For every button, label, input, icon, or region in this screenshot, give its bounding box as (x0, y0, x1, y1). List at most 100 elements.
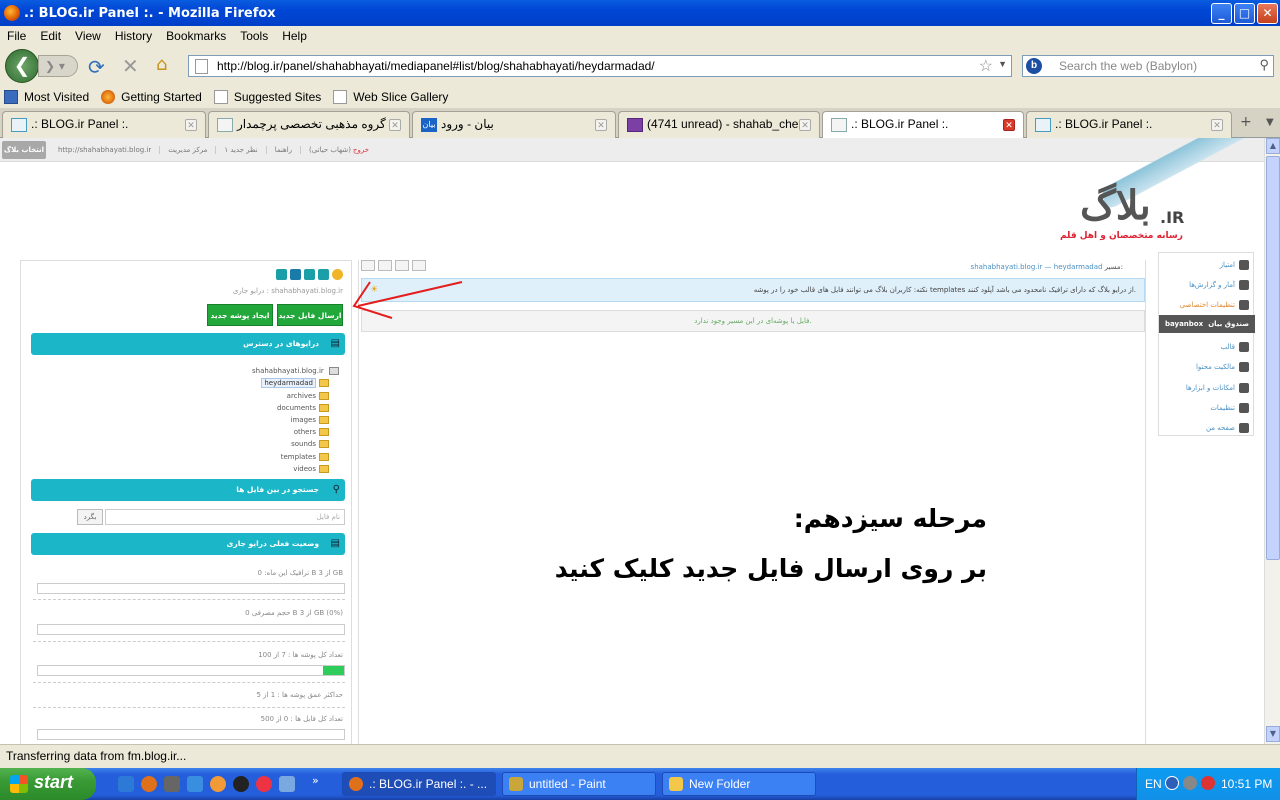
chevron-down-icon[interactable]: ▼ (998, 59, 1007, 69)
tab-bayan-login[interactable]: بیان بیان - ورود ✕ (412, 111, 616, 138)
chrome-icon[interactable] (256, 776, 272, 792)
close-window-button[interactable]: ✕ (1257, 3, 1278, 24)
bookmark-suggested-sites[interactable]: Suggested Sites (213, 90, 321, 104)
refresh-icon[interactable] (332, 269, 343, 280)
app-icon[interactable] (279, 776, 295, 792)
bookmark-getting-started[interactable]: Getting Started (101, 90, 202, 104)
help-link[interactable]: راهنما (267, 146, 302, 154)
window-title-bar[interactable]: .: BLOG.ir Panel :. - Mozilla Firefox _ … (0, 0, 1280, 26)
vertical-scrollbar[interactable]: ▲ ▼ (1264, 138, 1280, 744)
list-view-icon[interactable] (395, 260, 409, 271)
tab-close-icon[interactable]: ✕ (595, 119, 607, 131)
menu-file[interactable]: File (0, 29, 33, 43)
menu-score[interactable]: امتیاز (1159, 260, 1249, 270)
new-tab-icon[interactable]: + (1240, 114, 1252, 130)
tab-close-icon[interactable]: ✕ (1211, 119, 1223, 131)
file-search-input[interactable]: نام فایل (105, 509, 345, 525)
list-tabs-icon[interactable]: ▼ (1266, 117, 1274, 128)
tree-folder-archives[interactable]: archives (229, 392, 329, 400)
app-icon[interactable] (210, 776, 226, 792)
image-icon[interactable] (276, 269, 287, 280)
tree-root[interactable]: shahabhayati.blog.ir (229, 367, 339, 375)
detail-view-icon[interactable] (412, 260, 426, 271)
media-player-icon[interactable] (233, 776, 249, 792)
language-indicator[interactable]: EN (1145, 777, 1162, 791)
menu-tools[interactable]: Tools (233, 29, 275, 43)
maximize-button[interactable]: □ (1234, 3, 1255, 24)
reload-icon[interactable]: ⟳ (88, 55, 105, 79)
new-folder-button[interactable]: ایجاد پوشه جدید (207, 304, 273, 326)
forward-button[interactable]: ❯ ▾ (38, 55, 78, 77)
taskbar-firefox[interactable]: .: BLOG.ir Panel :. - ... (342, 772, 496, 796)
tab-blog-panel-2[interactable]: .: BLOG.ir Panel :. ✕ (1026, 111, 1232, 138)
menu-stats[interactable]: آمار و گزارش‌ها (1159, 280, 1249, 290)
tree-folder-documents[interactable]: documents (229, 404, 329, 412)
tree-folder-videos[interactable]: videos (229, 465, 329, 473)
tree-folder-sounds[interactable]: sounds (229, 440, 329, 448)
bookmark-most-visited[interactable]: Most Visited (4, 90, 89, 104)
taskbar-paint[interactable]: untitled - Paint (502, 772, 656, 796)
logout-link[interactable]: خروج (353, 146, 377, 154)
grid-view-icon[interactable] (361, 260, 375, 271)
taskbar-new-folder[interactable]: New Folder (662, 772, 816, 796)
menu-bayanbox[interactable]: bayanbox صندوق بیان (1159, 315, 1255, 333)
menu-tools[interactable]: امکانات و ابزارها (1159, 383, 1249, 393)
menu-content-ownership[interactable]: مالکیت محتوا (1159, 362, 1249, 372)
scroll-thumb[interactable] (1266, 156, 1280, 560)
start-button[interactable]: start (0, 768, 96, 800)
menu-theme[interactable]: قالب (1159, 342, 1249, 352)
back-button[interactable]: ❮ (5, 49, 39, 83)
disk-icon[interactable] (290, 269, 301, 280)
menu-help[interactable]: Help (275, 29, 314, 43)
menu-special-settings[interactable]: تنظیمات اختصاصی (1159, 300, 1249, 310)
network-icon[interactable] (1183, 776, 1197, 790)
gear-icon[interactable] (304, 269, 315, 280)
bookmark-star-icon[interactable]: ☆ (979, 56, 993, 76)
search-icon[interactable]: ⚲ (1259, 57, 1269, 73)
breadcrumb[interactable]: shahabhayati.blog.ir — heydarmadad مسیر: (971, 263, 1123, 271)
tree-folder-others[interactable]: others (229, 428, 329, 436)
scroll-down-icon[interactable]: ▼ (1266, 726, 1280, 742)
tab-close-icon[interactable]: ✕ (389, 119, 401, 131)
tab-mail[interactable]: (4741 unread) - shahab_cher... ✕ (618, 111, 820, 138)
tree-folder-templates[interactable]: templates (229, 453, 329, 461)
chevron-right-icon[interactable]: » (312, 774, 319, 787)
blog-ir-logo[interactable]: بلاگ .IR رسانه متخصصان و اهل قلم (1040, 138, 1264, 248)
file-search-button[interactable]: بگرد (77, 509, 103, 525)
scroll-up-icon[interactable]: ▲ (1266, 138, 1280, 154)
tab-close-icon[interactable]: ✕ (1003, 119, 1015, 131)
menu-settings[interactable]: تنظیمات (1159, 403, 1249, 413)
upload-file-button[interactable]: ارسال فایل جدید (277, 304, 343, 326)
admin-center-link[interactable]: مرکز مدیریت (160, 146, 217, 154)
url-bar[interactable]: http://blog.ir/panel/shahabhayati/mediap… (188, 55, 1012, 77)
menu-edit[interactable]: Edit (33, 29, 68, 43)
home-icon[interactable] (318, 269, 329, 280)
blog-url-link[interactable]: http://shahabhayati.blog.ir (50, 146, 161, 154)
stop-icon[interactable]: ✕ (122, 54, 139, 78)
minimize-button[interactable]: _ (1211, 3, 1232, 24)
select-blog-button[interactable]: انتخاب بلاگ (2, 141, 46, 159)
tab-parchamdar[interactable]: گروه مذهبی تخصصی پرچمدار ✕ (208, 111, 410, 138)
tree-folder-images[interactable]: images (229, 416, 329, 424)
chevron-left-icon[interactable] (1165, 776, 1179, 790)
tab-blog-panel-1[interactable]: .: BLOG.ir Panel :. ✕ (2, 111, 206, 138)
ie-icon[interactable] (118, 776, 134, 792)
app-icon[interactable] (164, 776, 180, 792)
menu-my-page[interactable]: صفحه من (1159, 423, 1249, 433)
menu-view[interactable]: View (68, 29, 108, 43)
menu-history[interactable]: History (108, 29, 159, 43)
new-comments-link[interactable]: ۱ نظر جدید (216, 146, 267, 154)
babylon-icon[interactable]: b (1026, 58, 1042, 74)
firefox-icon[interactable] (141, 776, 157, 792)
tab-close-icon[interactable]: ✕ (799, 119, 811, 131)
menu-bookmarks[interactable]: Bookmarks (159, 29, 233, 43)
search-input[interactable]: b Search the web (Babylon) ⚲ (1022, 55, 1274, 77)
tab-close-icon[interactable]: ✕ (185, 119, 197, 131)
bookmark-web-slice-gallery[interactable]: Web Slice Gallery (333, 90, 448, 104)
app-icon[interactable] (187, 776, 203, 792)
home-icon[interactable]: ⌂ (156, 54, 167, 75)
thumb-view-icon[interactable] (378, 260, 392, 271)
antivirus-icon[interactable] (1201, 776, 1215, 790)
tree-folder-heydarmadad[interactable]: heydarmadad (229, 378, 329, 388)
tab-blog-panel-active[interactable]: .: BLOG.ir Panel :. ✕ (822, 111, 1024, 139)
